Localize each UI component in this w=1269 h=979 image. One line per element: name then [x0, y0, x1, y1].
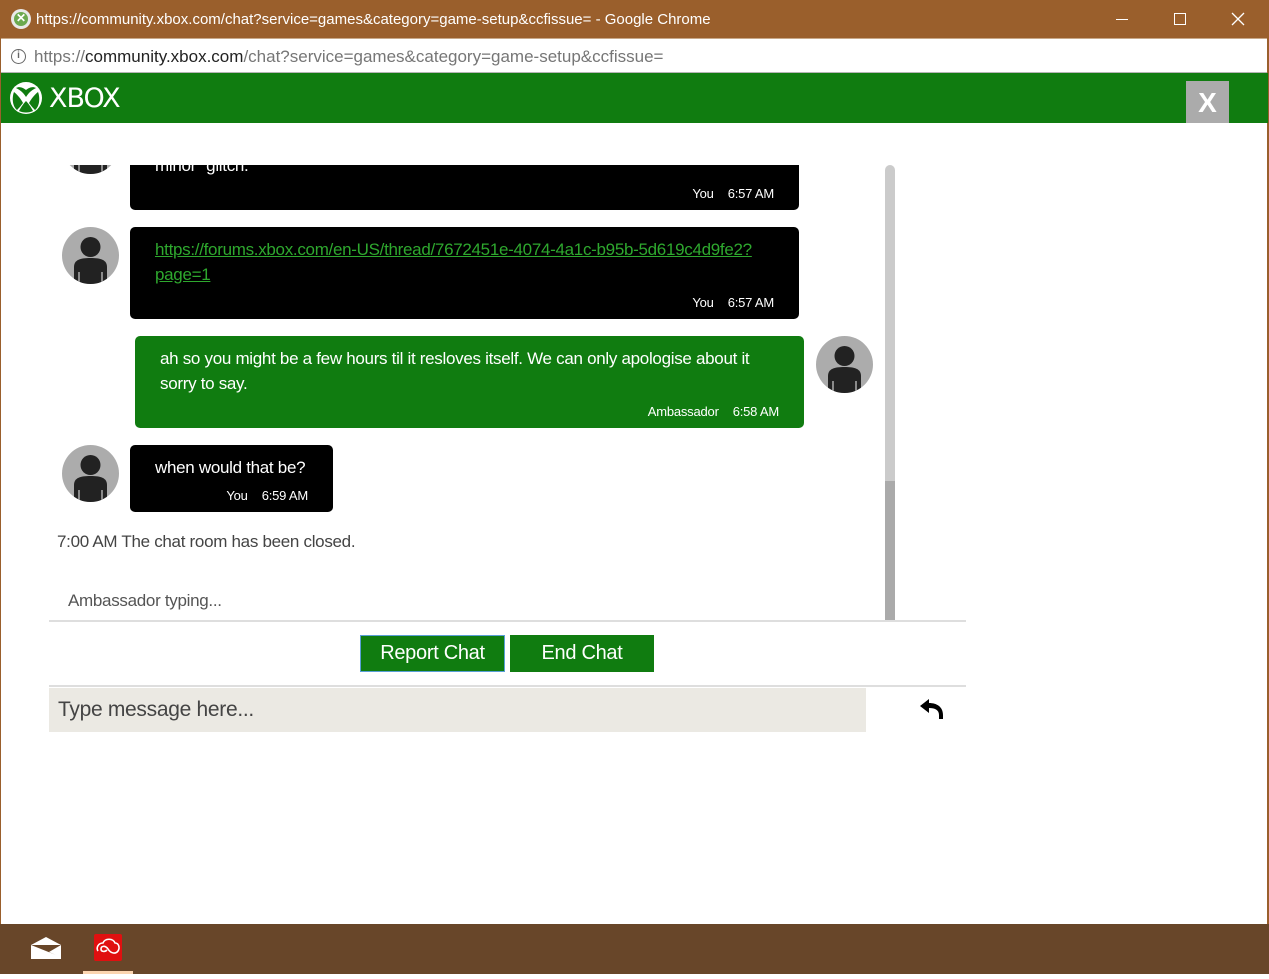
message-sender: You — [692, 186, 714, 201]
url-scheme: https:// — [34, 47, 86, 66]
title-bar: https://community.xbox.com/chat?service=… — [1, 0, 1267, 38]
taskbar — [0, 924, 1269, 974]
url-host: community.xbox.com — [85, 47, 244, 66]
xbox-header: XBOX X — [1, 73, 1268, 123]
browser-window: https://community.xbox.com/chat?service=… — [0, 0, 1269, 924]
user-avatar — [62, 165, 119, 174]
divider — [49, 620, 966, 622]
message-sender: Ambassador — [647, 404, 719, 419]
xbox-brand-text: XBOX — [49, 83, 121, 114]
taskbar-creative-cloud[interactable] — [83, 924, 133, 974]
user-avatar — [62, 445, 119, 502]
message-time: 6:59 AM — [261, 488, 308, 503]
close-icon — [1231, 12, 1245, 26]
message-sender: You — [226, 488, 248, 503]
creative-cloud-icon — [94, 934, 122, 961]
send-button[interactable] — [916, 697, 948, 725]
scrollbar-thumb[interactable] — [885, 481, 895, 620]
message-text: ah so you might be a few hours til it re… — [160, 349, 750, 393]
end-chat-button[interactable]: End Chat — [510, 635, 654, 672]
forum-thread-link[interactable]: https://forums.xbox.com/en-US/thread/767… — [155, 240, 752, 284]
url-path: /chat?service=games&category=game-setup&… — [243, 47, 664, 66]
system-message: 7:00 AM The chat room has been closed. — [57, 532, 356, 551]
chat-message: ah so you might be a few hours til it re… — [135, 336, 804, 428]
taskbar-mail[interactable] — [21, 924, 71, 974]
message-text: minor "glitch." — [155, 165, 255, 175]
site-info-icon[interactable]: i — [11, 49, 26, 64]
chat-message: minor "glitch." You 6:57 AM — [130, 165, 799, 210]
message-meta: Ambassador 6:58 AM — [648, 404, 779, 419]
message-meta: You 6:57 AM — [692, 186, 774, 201]
url-text[interactable]: https://community.xbox.com/chat?service=… — [34, 47, 663, 67]
window-title: https://community.xbox.com/chat?service=… — [36, 11, 711, 28]
window-close-button[interactable] — [1209, 0, 1267, 38]
typing-indicator: Ambassador typing... — [68, 591, 222, 610]
message-time: 6:58 AM — [732, 404, 779, 419]
chat-message: when would that be? You 6:59 AM — [130, 445, 333, 512]
close-chat-button[interactable]: X — [1186, 81, 1229, 123]
reply-arrow-icon — [920, 699, 943, 719]
message-meta: You 6:59 AM — [226, 488, 308, 503]
maximize-button[interactable] — [1151, 0, 1209, 38]
maximize-icon — [1174, 13, 1186, 25]
minimize-button[interactable] — [1093, 0, 1151, 38]
xbox-logo-icon — [10, 82, 42, 114]
ambassador-avatar — [816, 336, 873, 393]
chat-message: https://forums.xbox.com/en-US/thread/767… — [130, 227, 799, 319]
message-text: when would that be? — [155, 458, 306, 477]
message-sender: You — [692, 295, 714, 310]
message-time: 6:57 AM — [727, 295, 774, 310]
xbox-favicon-icon — [11, 9, 31, 29]
divider — [49, 685, 966, 687]
user-avatar — [62, 227, 119, 284]
report-chat-button[interactable]: Report Chat — [360, 635, 505, 672]
message-input[interactable] — [49, 688, 866, 732]
message-time: 6:57 AM — [727, 186, 774, 201]
chat-transcript: minor "glitch." You 6:57 AM https://forum… — [49, 165, 895, 621]
address-bar[interactable]: i https://community.xbox.com/chat?servic… — [1, 38, 1267, 73]
message-text: https://forums.xbox.com/en-US/thread/767… — [155, 237, 759, 287]
mail-icon — [31, 937, 61, 959]
minimize-icon — [1116, 18, 1128, 20]
chat-scrollbar[interactable] — [885, 165, 895, 620]
message-meta: You 6:57 AM — [692, 295, 774, 310]
